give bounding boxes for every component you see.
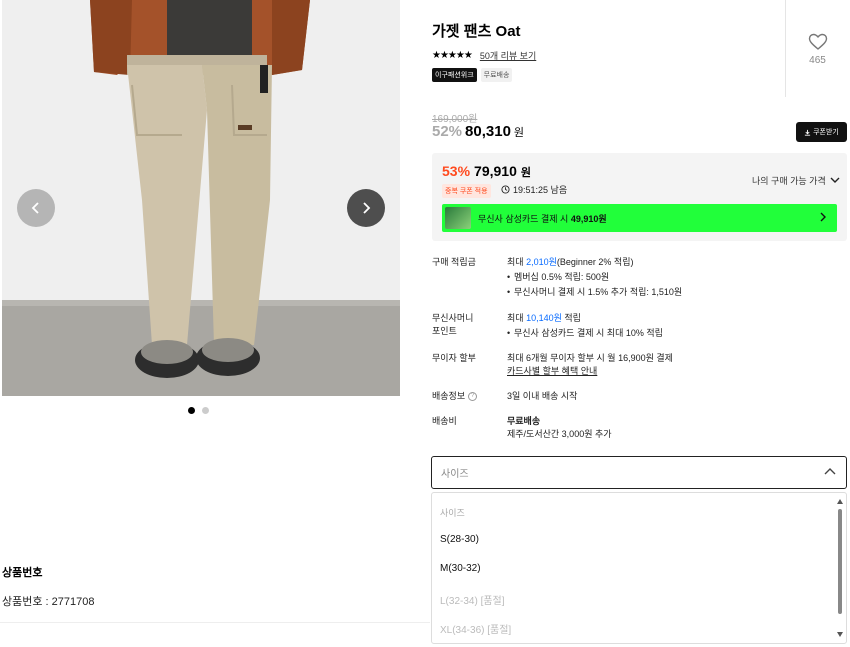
heart-outline-icon [808,33,827,50]
installment-label: 무이자 할부 [432,353,476,363]
musinsa-label-line: 무신사머니 [432,313,474,323]
free-shipping-badge: 무료배송 [480,68,513,82]
size-option[interactable]: M(30-32) [440,563,481,574]
shipping-info-label: 배송정보? [432,390,478,403]
shipping-info-value: 3일 이내 배송 시작 [507,391,578,401]
card-image [445,207,471,229]
size-select-placeholder: 사이즈 [441,469,469,480]
gallery-pagination [188,407,209,414]
sale-price: 80,310 [465,123,511,140]
price-row: 52% 80,310 원 [432,123,524,140]
size-option[interactable]: S(28-30) [440,534,479,545]
dropdown-scrollbar[interactable] [836,495,844,641]
points-bullet: 무신사머니 결제 시 1.5% 추가 적립: 1,510원 [507,286,682,299]
shipping-info-label-text: 배송정보 [432,391,466,401]
currency-label: 원 [513,127,525,139]
coupon-button-label: 쿠폰받기 [813,129,839,136]
points-suffix: (Beginner 2% 적립) [556,257,634,267]
currency-label: 원 [520,167,531,179]
chevron-right-icon [820,212,826,222]
my-price-toggle[interactable]: 나의 구매 가능 가격 [752,174,840,187]
discount-rate: 52% [432,123,463,140]
musinsa-amount: 10,140원 [526,313,562,323]
gallery-dot[interactable] [202,407,209,414]
shipping-fee-text: 무료배송 [507,416,541,426]
scroll-up-icon[interactable] [837,499,843,504]
badge-list: 이구패션위크 무료배송 [432,68,513,82]
musinsa-prefix: 최대 [507,313,524,323]
best-price-box: 53% 79,910 원 중복 쿠폰 적용 19:51:25 남음 나의 구매 … [432,153,847,241]
chevron-up-icon [824,468,836,475]
points-value: 최대 2,010원(Beginner 2% 적립) 멤버십 0.5% 적립: 5… [507,256,682,299]
musinsa-label-line: 포인트 [432,326,457,336]
scroll-down-icon[interactable] [837,632,843,637]
gallery-next-button[interactable] [347,189,385,227]
best-discount-rate: 53% [442,163,471,179]
my-price-label: 나의 구매 가능 가격 [752,176,826,186]
installment-text: 최대 6개월 무이자 할부 시 월 16,900원 결제 [507,353,673,363]
timer-text: 19:51:25 남음 [513,185,568,195]
chevron-right-icon [363,202,371,214]
card-promo-text: 무신사 삼성카드 결제 시 49,910원 [478,212,607,225]
musinsa-suffix: 적립 [564,313,581,323]
chevron-left-icon [31,202,39,214]
size-select[interactable]: 사이즈 [431,456,847,489]
best-price: 79,910 [474,163,517,179]
clock-icon [501,185,510,194]
star-rating-icon: ★★★★★ [432,50,473,61]
chevron-down-icon [830,177,840,183]
shipping-fee-value: 무료배송 제주/도서산간 3,000원 추가 [507,415,612,441]
size-dropdown: 사이즈 S(28-30) M(30-32) L(32-34) [품절] XL(3… [431,492,847,644]
product-title: 가젯 팬츠 Oat [432,23,521,40]
musinsa-bullet: 무신사 삼성카드 결제 시 최대 10% 적립 [507,327,663,340]
points-bullet: 멤버십 0.5% 적립: 500원 [507,271,682,284]
download-icon [804,129,811,136]
review-link[interactable]: 50개 리뷰 보기 [480,49,536,62]
like-button[interactable]: 465 [785,0,849,97]
help-icon[interactable]: ? [468,392,478,402]
card-promo-prefix: 무신사 삼성카드 결제 시 [478,213,569,224]
points-amount: 2,010원 [526,257,557,267]
countdown-timer: 19:51:25 남음 [501,183,567,196]
coupon-tag: 중복 쿠폰 적용 [442,184,491,198]
rating-row: ★★★★★ 50개 리뷰 보기 [432,49,536,62]
size-option-soldout: XL(34-36) [품절] [440,625,512,636]
card-promo-banner[interactable]: 무신사 삼성카드 결제 시 49,910원 [442,204,837,232]
product-number-row: 상품번호 : 2771708 [2,596,95,608]
size-option-header: 사이즈 [440,508,465,518]
installment-value: 최대 6개월 무이자 할부 시 월 16,900원 결제 카드사별 할부 혜택 … [507,352,673,378]
gallery-dot[interactable] [188,407,195,414]
shipping-fee-note: 제주/도서산간 3,000원 추가 [507,429,612,439]
divider [0,622,430,623]
best-price-row: 53% 79,910 원 [442,163,531,180]
product-image-gallery [2,0,400,396]
points-prefix: 최대 [507,257,524,267]
product-photo [2,0,400,396]
points-label: 구매 적립금 [432,257,476,267]
musinsa-point-label: 무신사머니 포인트 [432,312,473,338]
coupon-button[interactable]: 쿠폰받기 [796,122,847,142]
installment-link[interactable]: 카드사별 할부 혜택 안내 [507,365,673,378]
scroll-thumb[interactable] [838,509,842,614]
musinsa-point-value: 최대 10,140원 적립 무신사 삼성카드 결제 시 최대 10% 적립 [507,312,663,340]
shipping-fee-label: 배송비 [432,416,457,426]
like-count: 465 [809,55,826,66]
card-promo-price: 49,910원 [570,213,607,224]
event-badge: 이구패션위크 [432,68,477,82]
gallery-prev-button[interactable] [17,189,55,227]
product-number-title: 상품번호 [2,567,43,579]
size-option-soldout: L(32-34) [품절] [440,596,505,607]
